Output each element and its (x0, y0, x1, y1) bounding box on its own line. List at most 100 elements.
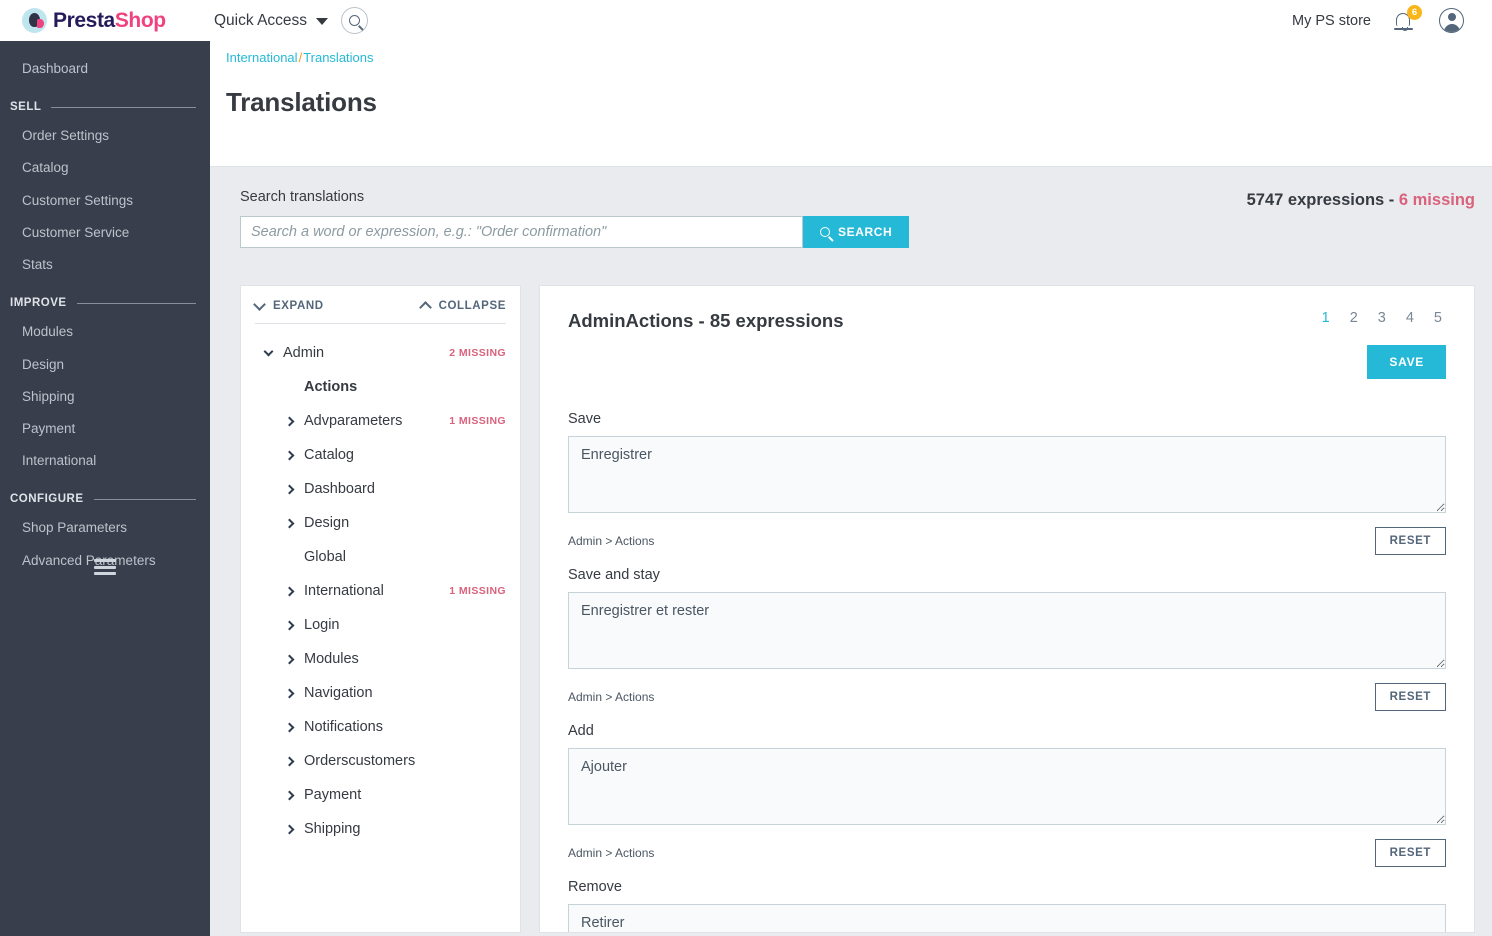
tree-item-label: International (304, 583, 384, 599)
reset-button[interactable]: RESET (1374, 683, 1446, 711)
chevron-down-icon[interactable] (316, 18, 329, 25)
tree-item-modules[interactable]: Modules (241, 642, 520, 676)
chevron-right-icon[interactable] (284, 654, 295, 664)
collapse-label: COLLAPSE (438, 300, 506, 312)
quick-access-menu[interactable]: Quick Access (214, 7, 369, 34)
translation-field-group: Add Admin > Actions RESET (568, 723, 1446, 874)
header-right-group: My PS store 6 (1292, 4, 1492, 34)
collapse-all-button[interactable]: COLLAPSE (418, 300, 506, 314)
hamburger-bar (94, 565, 116, 569)
translation-context: Admin > Actions (568, 534, 655, 548)
chevron-right-icon[interactable] (284, 450, 295, 460)
tree-item-dashboard[interactable]: Dashboard (241, 472, 520, 506)
sidebar-item-order-settings[interactable]: Order Settings (0, 120, 210, 152)
chevron-right-icon[interactable] (284, 688, 295, 698)
expand-label: EXPAND (273, 300, 324, 312)
translation-field-footer: Admin > Actions RESET (568, 676, 1446, 718)
translation-input[interactable] (568, 592, 1446, 669)
chevron-right-icon[interactable] (284, 790, 295, 800)
tree-toolbar: EXPAND COLLAPSE (241, 286, 520, 314)
search-input[interactable] (240, 216, 803, 248)
tree-item-actions[interactable]: Actions (241, 370, 520, 404)
tree-item-payment[interactable]: Payment (241, 778, 520, 812)
sidebar-item-customer-service[interactable]: Customer Service (0, 217, 210, 249)
page-link-1[interactable]: 1 (1322, 310, 1330, 326)
page-title: Translations (226, 87, 377, 117)
search-row: SEARCH (240, 216, 1475, 248)
sidebar-item-shop-parameters[interactable]: Shop Parameters (0, 512, 210, 544)
chevron-right-icon[interactable] (284, 756, 295, 766)
sidebar-item-dashboard[interactable]: Dashboard (0, 53, 210, 85)
sidebar-item-customer-settings[interactable]: Customer Settings (0, 185, 210, 217)
notifications-button[interactable]: 6 (1393, 4, 1422, 34)
reset-button[interactable]: RESET (1374, 839, 1446, 867)
tree-item-label: Catalog (304, 447, 354, 463)
sidebar-item-stats[interactable]: Stats (0, 249, 210, 281)
translation-fields-list: Save Admin > Actions RESET Save and stay Adm… (568, 411, 1446, 932)
chevron-right-icon[interactable] (284, 518, 295, 528)
tree-item-notifications[interactable]: Notifications (241, 710, 520, 744)
brand-text-presta: Presta (53, 8, 115, 32)
missing-badge: 2 MISSING (449, 347, 506, 359)
sidebar-item-payment[interactable]: Payment (0, 413, 210, 445)
sidebar-item-catalog[interactable]: Catalog (0, 152, 210, 184)
breadcrumb-current[interactable]: Translations (303, 50, 373, 65)
sidebar-item-design[interactable]: Design (0, 349, 210, 381)
reset-button[interactable]: RESET (1374, 527, 1446, 555)
tree-item-login[interactable]: Login (241, 608, 520, 642)
tree-item-label: Admin (283, 345, 325, 361)
expand-all-button[interactable]: EXPAND (253, 297, 324, 312)
chevron-right-icon[interactable] (284, 586, 295, 596)
translation-context: Admin > Actions (568, 846, 655, 860)
tree-item-label: Login (304, 617, 340, 633)
tree-item-shipping[interactable]: Shipping (241, 812, 520, 846)
tree-list: Admin 2 MISSING Actions Advparameters 1 MISS… (241, 324, 520, 846)
tree-item-admin[interactable]: Admin 2 MISSING (241, 336, 520, 370)
tree-item-global[interactable]: Global (241, 540, 520, 574)
sidebar-item-modules[interactable]: Modules (0, 316, 210, 348)
tree-item-international[interactable]: International 1 MISSING (241, 574, 520, 608)
hamburger-menu-icon[interactable] (94, 559, 116, 575)
tree-item-label: Navigation (304, 685, 373, 701)
chevron-down-icon[interactable] (263, 346, 274, 356)
save-button[interactable]: SAVE (1367, 345, 1446, 379)
page-link-2[interactable]: 2 (1350, 310, 1358, 326)
translation-input[interactable] (568, 748, 1446, 825)
chevron-right-icon[interactable] (284, 824, 295, 834)
hamburger-bar (94, 559, 116, 562)
notification-badge: 6 (1407, 4, 1422, 20)
search-button[interactable]: SEARCH (803, 216, 910, 248)
page-link-3[interactable]: 3 (1378, 310, 1386, 326)
user-avatar-icon[interactable] (1439, 8, 1464, 33)
chevron-right-icon[interactable] (284, 620, 295, 630)
tree-item-advparameters[interactable]: Advparameters 1 MISSING (241, 404, 520, 438)
sidebar-item-shipping[interactable]: Shipping (0, 381, 210, 413)
translation-input[interactable] (568, 436, 1446, 513)
bell-clapper-icon (1402, 26, 1408, 31)
panel-header-actions: 1 2 3 4 5 SAVE (1322, 310, 1446, 379)
translation-field-group: Save and stay Admin > Actions RESET (568, 567, 1446, 718)
tree-item-navigation[interactable]: Navigation (241, 676, 520, 710)
expression-total: 5747 expressions - (1246, 191, 1399, 209)
store-name-link[interactable]: My PS store (1292, 13, 1371, 29)
work-area: Search translations SEARCH 5747 expressi… (210, 167, 1492, 936)
translation-input[interactable] (568, 904, 1446, 932)
tree-item-orderscustomers[interactable]: Orderscustomers (241, 744, 520, 778)
page-link-5[interactable]: 5 (1434, 310, 1442, 326)
breadcrumb-parent[interactable]: International (226, 50, 298, 65)
panel-title: AdminActions - 85 expressions (568, 310, 844, 331)
prestashop-logo[interactable]: PrestaShop (0, 0, 210, 41)
tree-item-label: Orderscustomers (304, 753, 416, 769)
search-icon (820, 227, 830, 237)
page-link-4[interactable]: 4 (1406, 310, 1414, 326)
translation-source-label: Remove (568, 879, 622, 895)
tree-item-label: Shipping (304, 821, 361, 837)
sidebar-item-international[interactable]: International (0, 445, 210, 477)
chevron-right-icon[interactable] (284, 722, 295, 732)
chevron-right-icon[interactable] (284, 416, 295, 426)
tree-item-catalog[interactable]: Catalog (241, 438, 520, 472)
tree-item-design[interactable]: Design (241, 506, 520, 540)
chevron-right-icon[interactable] (284, 484, 295, 494)
sidebar-section-improve: IMPROVE (0, 281, 210, 316)
header-search-button[interactable] (341, 7, 369, 34)
